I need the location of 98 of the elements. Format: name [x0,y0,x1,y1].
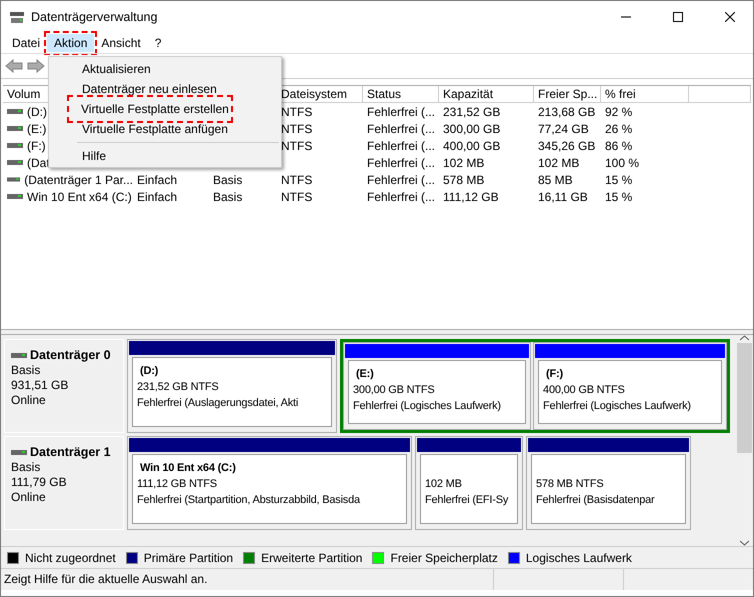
table-cell-text: (E:) [27,120,46,138]
partition-title: (D:) [139,364,160,379]
partition-title: (E:) [355,367,375,382]
disk-size: 931,51 GB [11,378,70,393]
table-cell-text: 100 % [605,154,640,172]
partition-size: 400,00 GB NTFS [543,383,626,398]
disk-type: Basis [11,460,42,475]
disk-drive-icon [9,10,25,24]
window-title: Datenträgerverwaltung [31,8,158,26]
status-text: Zeigt Hilfe für die aktuelle Auswahl an. [3,571,208,588]
table-cell-text: NTFS [281,120,312,138]
partition-size: 111,12 GB NTFS [137,477,218,492]
table-cell-text: 102 MB [443,154,484,172]
disk-size: 111,79 GB [11,475,68,490]
partition-status: Fehlerfrei (Logisches Laufwerk) [353,399,502,414]
close-icon[interactable] [725,12,735,22]
column-header[interactable]: Status [363,86,439,103]
disk-state: Online [11,490,47,505]
table-cell-text: 213,68 GB [538,104,596,120]
partition-size: 231,52 GB NTFS [137,380,220,395]
table-cell-text: NTFS [281,138,312,154]
legend-label: Erweiterte Partition [261,550,362,566]
disk-name: Datenträger 1 [30,445,111,460]
scroll-up-icon[interactable] [740,335,749,341]
partition-status: Fehlerfrei (Auslagerungsdatei, Akti [137,396,300,411]
table-cell-text: 345,26 GB [538,138,596,154]
column-header[interactable]: % frei [601,86,689,103]
disk-state: Online [11,393,47,408]
disk-type: Basis [11,363,42,378]
table-cell-text: (Datenträger 1 Par... [24,172,133,188]
menu-entry[interactable]: Datenträger neu einlesen [49,79,217,99]
table-cell-text: Fehlerfrei (... [367,120,436,138]
partition-size: 300,00 GB NTFS [353,383,436,398]
legend-label: Primäre Partition [144,550,234,566]
table-cell-text: (F:) [27,138,46,154]
table-cell-text: (D:) [27,104,47,120]
column-header[interactable]: Freier Sp... [534,86,601,103]
menu-entry[interactable]: Virtuelle Festplatte anfügen [49,119,228,139]
partition-size: 102 MB [425,477,463,492]
disk-name: Datenträger 0 [30,348,111,363]
table-cell-text: Fehlerfrei (... [367,104,436,120]
legend-label: Nicht zugeordnet [25,550,116,566]
partition-status: Fehlerfrei (EFI-Sy [425,493,510,508]
table-cell-text: Einfach [137,188,178,206]
column-header-filler [689,86,751,103]
partition-title: (F:) [545,367,564,382]
table-cell-text: 92 % [605,104,632,120]
table-cell-text: Basis [213,188,242,206]
table-cell-text: Einfach [137,172,178,188]
scroll-thumb[interactable] [737,343,752,453]
drive-icon [7,124,23,133]
legend-label: Logisches Laufwerk [526,550,632,566]
menu-item[interactable]: Aktion [47,34,94,52]
table-cell-text: 15 % [605,172,632,188]
table-cell-text: 111,12 GB [443,188,499,206]
partition-size: 578 MB NTFS [536,477,604,492]
table-cell-text: Fehlerfrei (... [367,172,436,188]
drive-icon [7,107,23,116]
table-cell-text: 15 % [605,188,632,206]
table-cell-text: Fehlerfrei (... [367,188,436,206]
menu-item[interactable]: Ansicht [94,34,148,52]
table-cell-text: 26 % [605,120,632,138]
menu-item[interactable]: ? [148,34,168,52]
table-cell-text: 231,52 GB [443,104,500,120]
menu-entry[interactable]: Hilfe [49,146,106,166]
drive-icon [11,448,27,457]
maximize-icon[interactable] [673,12,683,22]
menu-item[interactable]: Datei [5,34,48,52]
table-cell-text: NTFS [281,172,312,188]
back-icon[interactable] [5,59,23,73]
partition-status: Fehlerfrei (Basisdatenpar [536,493,656,508]
table-cell-text: 85 MB [538,172,573,188]
table-cell-text: Win 10 Ent x64 (C:) [27,188,132,206]
table-cell-text: NTFS [281,188,312,206]
table-cell-text: NTFS [281,104,312,120]
legend-label: Freier Speicherplatz [390,550,498,566]
drive-icon [11,351,27,360]
table-cell-text: 16,11 GB [538,188,588,206]
menu-entry[interactable]: Aktualisieren [49,59,151,79]
table-cell-text: 86 % [605,138,632,154]
table-cell-text: 102 MB [538,154,580,172]
partition-title: Win 10 Ent x64 (C:) [139,461,237,476]
column-header[interactable]: Kapazität [439,86,534,103]
drive-icon [7,141,23,150]
scroll-down-icon[interactable] [740,540,749,546]
table-cell-text: 300,00 GB [443,120,500,138]
table-cell-text: 578 MB [443,172,484,188]
drive-icon [7,175,20,184]
partition-status: Fehlerfrei (Startpartition, Absturzabbild, Basisda [137,493,362,508]
table-cell-text: Fehlerfrei (... [367,138,436,154]
table-cell-text: Fehlerfrei (... [367,154,436,172]
drive-icon [7,158,23,167]
table-cell-text: Basis [213,172,242,188]
forward-icon[interactable] [27,59,45,73]
table-cell-text: 400,00 GB [443,138,500,154]
drive-icon [7,192,23,201]
table-cell-text: 77,24 GB [538,120,589,138]
partition-status: Fehlerfrei (Logisches Laufwerk) [543,399,692,414]
